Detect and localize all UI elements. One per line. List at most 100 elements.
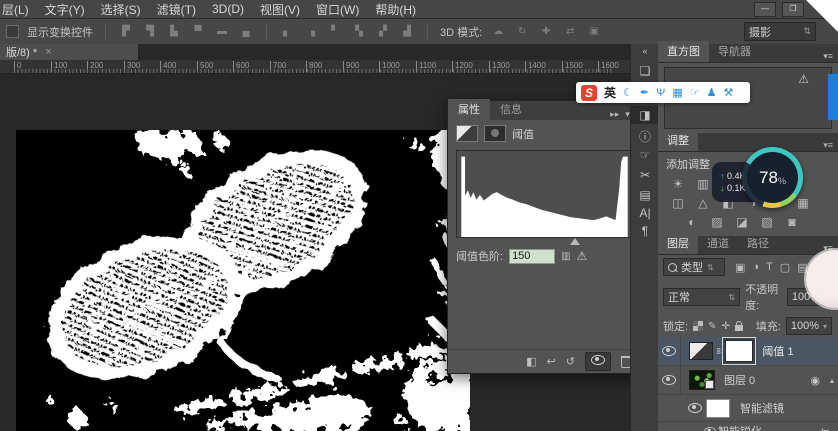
3d-cloud-icon[interactable]: ☁ — [490, 26, 506, 37]
lock-all-icon[interactable] — [735, 325, 743, 331]
ime-keyboard-icon[interactable]: ▦ — [672, 86, 682, 99]
menu-3d[interactable]: 3D(D) — [212, 2, 244, 16]
collapse-dock-icon[interactable]: « — [631, 46, 659, 56]
threshold-layer-thumbnail[interactable] — [689, 342, 713, 360]
adjustment-color-lookup-icon[interactable]: ▦ — [795, 196, 811, 210]
distribute-1-icon[interactable]: ▖ — [279, 26, 295, 37]
menu-layer[interactable]: 层(L) — [2, 1, 29, 18]
document-tab[interactable]: 版/8) * × — [0, 44, 139, 60]
distribute-5-icon[interactable]: ▞ — [375, 26, 391, 37]
tab-channels[interactable]: 通道 — [698, 233, 738, 254]
ime-handwriting-icon[interactable]: ☞ — [690, 86, 700, 99]
3d-pan-icon[interactable]: ✚ — [538, 26, 554, 37]
tab-paths[interactable]: 路径 — [738, 233, 778, 254]
layer-name[interactable]: 阈值 1 — [762, 343, 793, 359]
clip-to-layer-icon[interactable]: ◧ — [526, 355, 536, 368]
panel-icon-histogram[interactable]: ◨ — [631, 106, 659, 124]
align-vcenter-icon[interactable]: ▬ — [214, 26, 230, 37]
menu-filter[interactable]: 滤镜(T) — [157, 1, 196, 18]
document-canvas[interactable] — [16, 130, 470, 431]
layer0-thumbnail[interactable] — [689, 370, 715, 390]
distribute-3-icon[interactable]: ▘ — [327, 26, 343, 37]
ime-mic-icon[interactable]: Ψ — [656, 87, 665, 99]
visibility-toggle[interactable] — [658, 337, 681, 365]
distribute-6-icon[interactable]: ▟ — [399, 26, 415, 37]
adjustment-posterize-icon[interactable]: ▨ — [709, 215, 725, 229]
adjustment-hue-icon[interactable]: △ — [695, 196, 711, 210]
menu-view[interactable]: 视图(V) — [260, 1, 300, 18]
smart-filter-badge-icon[interactable]: ◉ — [810, 374, 820, 387]
ime-language-mode[interactable]: 英 — [604, 84, 616, 101]
menu-type[interactable]: 文字(Y) — [45, 1, 85, 18]
lock-paint-icon[interactable]: ✎ — [708, 321, 716, 332]
adjustment-brightness-icon[interactable]: ☀ — [670, 177, 686, 191]
align-hcenter-icon[interactable]: ▜ — [142, 26, 158, 37]
layer-mask-thumbnail[interactable] — [725, 340, 753, 362]
show-transform-checkbox[interactable] — [6, 25, 19, 38]
lock-transparency-icon[interactable] — [693, 321, 703, 331]
panel-icon-info[interactable]: ⓘ — [631, 128, 659, 145]
adjustment-invert-icon[interactable]: ◐ — [684, 215, 700, 229]
threshold-slider-handle[interactable] — [570, 238, 580, 245]
filter-adjustment-icon[interactable]: ◑ — [752, 261, 759, 274]
toggle-visibility-button[interactable] — [585, 352, 611, 371]
adjustment-threshold-icon[interactable]: ◪ — [734, 215, 750, 229]
mask-icon[interactable] — [484, 125, 506, 142]
threshold-histogram[interactable] — [456, 150, 633, 238]
ime-toolbar[interactable]: S 英 ☾ ✒ Ψ ▦ ☞ ♟ ⚒ — [576, 82, 750, 103]
minimize-button[interactable]: — — [754, 2, 776, 17]
threshold-level-input[interactable] — [509, 249, 555, 264]
filter-blending-options-icon[interactable]: ≒ — [821, 425, 830, 431]
smart-filter-mask-thumbnail[interactable] — [706, 399, 730, 418]
layer-row-threshold[interactable]: ∞ 阈值 1 — [658, 337, 838, 366]
visibility-toggle[interactable] — [684, 395, 706, 421]
align-top-icon[interactable]: ▀ — [190, 26, 206, 37]
tab-navigator[interactable]: 导航器 — [709, 41, 760, 62]
smart-filters-label[interactable]: 智能滤镜 — [740, 400, 784, 416]
histogram-warning-icon[interactable]: ⚠ — [798, 72, 809, 86]
system-monitor-ball[interactable]: 78% — [742, 147, 803, 208]
filter-type-layers-icon[interactable]: T — [766, 261, 773, 274]
filter-image-icon[interactable]: ▣ — [735, 261, 745, 274]
panel-menu-icon[interactable]: ▾≡ — [823, 51, 838, 62]
tab-info[interactable]: 信息 — [490, 99, 532, 120]
panel-icon-paragraph[interactable]: ¶ — [631, 224, 659, 238]
panel-icon-character[interactable]: A| — [631, 206, 659, 220]
layer-name[interactable]: 图层 0 — [724, 372, 755, 388]
adjustment-selective-color-icon[interactable]: ◙ — [784, 215, 800, 229]
distribute-2-icon[interactable]: ▗ — [303, 26, 319, 37]
adjustment-levels-icon[interactable]: ▥ — [695, 177, 711, 191]
ime-moon-icon[interactable]: ☾ — [623, 86, 633, 99]
smart-sharpen-label[interactable]: 智能锐化 — [718, 423, 762, 431]
panel-expand-icon[interactable]: ▸▸ — [610, 109, 619, 120]
restore-button[interactable]: ❐ — [782, 2, 804, 17]
3d-slide-icon[interactable]: ⇄ — [562, 26, 578, 37]
lock-move-icon[interactable]: ✛ — [721, 321, 729, 332]
distribute-4-icon[interactable]: ▚ — [351, 26, 367, 37]
view-previous-state-icon[interactable]: ↩ — [547, 355, 556, 368]
fill-dropdown[interactable]: 100% ▾ — [786, 317, 832, 335]
align-right-icon[interactable]: ▙ — [166, 26, 182, 37]
ime-punctuation-icon[interactable]: ✒ — [640, 86, 649, 99]
adjustment-gradient-map-icon[interactable]: ▧ — [759, 215, 775, 229]
visibility-toggle[interactable] — [658, 366, 681, 394]
ime-skin-icon[interactable]: ♟ — [707, 86, 717, 99]
tab-histogram[interactable]: 直方图 — [658, 41, 709, 62]
menu-select[interactable]: 选择(S) — [101, 1, 141, 18]
3d-scale-icon[interactable]: ▣ — [586, 26, 602, 37]
visibility-toggle[interactable] — [702, 422, 718, 431]
panel-menu-icon[interactable]: ▾≡ — [823, 140, 838, 151]
panel-icon-tool-presets[interactable]: ☞ — [631, 148, 659, 162]
ime-toolbox-icon[interactable]: ⚒ — [723, 86, 733, 99]
filter-shape-icon[interactable]: ▢ — [780, 261, 790, 274]
tab-adjustments[interactable]: 调整 — [658, 130, 698, 151]
tab-properties[interactable]: 属性 — [448, 99, 490, 120]
panel-icon-layer-comps[interactable]: ▤ — [631, 188, 659, 202]
panel-icon-mini-bridge[interactable]: ❏ — [631, 64, 659, 78]
reset-adjustment-icon[interactable]: ↺ — [566, 355, 575, 368]
menu-help[interactable]: 帮助(H) — [375, 1, 416, 18]
layer-row-layer0[interactable]: 图层 0 ◉ ▴ — [658, 366, 838, 395]
panel-icon-brush-presets[interactable]: ✂ — [631, 168, 659, 182]
collapse-smart-filters-icon[interactable]: ▴ — [830, 376, 834, 385]
filter-type-dropdown[interactable]: 类型 ⇅ — [663, 258, 725, 276]
